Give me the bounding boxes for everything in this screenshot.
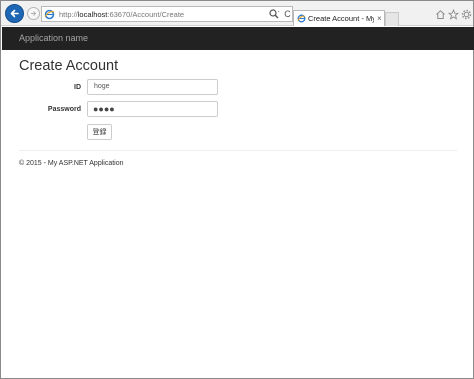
back-button[interactable]: [5, 4, 24, 23]
ie-page-icon: [297, 14, 306, 23]
browser-toolbar: http://localhost:63670/Account/Create C …: [1, 1, 473, 26]
browser-window: http://localhost:63670/Account/Create C …: [0, 0, 474, 379]
tab-close-icon[interactable]: ×: [377, 12, 382, 25]
home-icon[interactable]: [435, 9, 446, 20]
url-path: :63670/Account/Create: [107, 10, 185, 19]
search-icon[interactable]: [268, 8, 280, 20]
footer-divider: [19, 150, 457, 151]
address-url: http://localhost:63670/Account/Create: [59, 8, 184, 21]
refresh-icon[interactable]: C: [282, 8, 293, 20]
page-title: Create Account: [19, 58, 119, 74]
address-bar[interactable]: http://localhost:63670/Account/Create C: [41, 6, 293, 22]
app-brand-link[interactable]: Application name: [19, 27, 88, 50]
password-label: Password: [47, 106, 81, 113]
back-arrow-icon: [10, 9, 19, 18]
url-host: localhost: [77, 10, 108, 19]
footer-copyright: © 2015 - My ASP.NET Application: [19, 160, 124, 167]
gear-icon[interactable]: [461, 9, 472, 20]
favorites-star-icon[interactable]: [448, 9, 459, 20]
password-mask: ●●●●: [93, 104, 115, 114]
forward-button[interactable]: [27, 7, 40, 20]
url-scheme: http://: [59, 10, 78, 19]
tab-title: Create Account - My ASP....: [308, 14, 374, 23]
id-input[interactable]: hoge: [87, 79, 218, 95]
new-tab-button[interactable]: [385, 12, 399, 26]
forward-arrow-icon: [31, 11, 37, 16]
id-label: ID: [74, 84, 81, 91]
site-navbar: Application name: [2, 27, 474, 50]
tab-create-account[interactable]: Create Account - My ASP.... ×: [293, 10, 385, 26]
register-button[interactable]: 登録: [87, 124, 112, 140]
ie-page-icon: [44, 9, 55, 20]
